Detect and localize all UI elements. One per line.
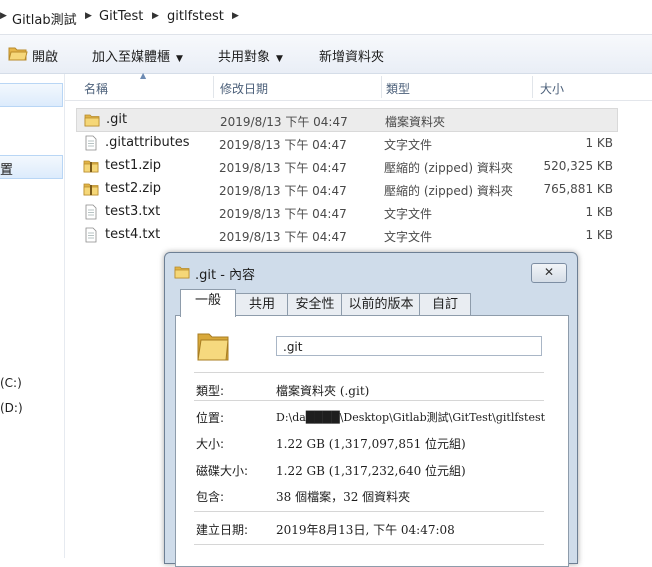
folder-name-input[interactable]: .git	[276, 336, 542, 356]
file-size: 765,881 KB	[543, 182, 613, 196]
type-label: 類型:	[196, 384, 225, 398]
close-button[interactable]: ✕	[531, 263, 567, 283]
general-tab-panel: .git 類型: 檔案資料夾 (.git) 位置: D:\da████\Desk…	[175, 315, 569, 567]
tab-security[interactable]: 安全性	[287, 293, 343, 316]
file-date: 2019/8/13 下午 04:47	[219, 230, 347, 244]
breadcrumb-item-gitlab[interactable]: Gitlab測試	[12, 9, 77, 28]
column-header-type[interactable]: 類型	[386, 80, 410, 97]
tab-previous-versions[interactable]: 以前的版本	[341, 293, 421, 316]
file-row[interactable]: test3.txt 2019/8/13 下午 04:47 文字文件 1 KB	[76, 201, 616, 223]
file-type: 文字文件	[384, 138, 433, 152]
file-date: 2019/8/13 下午 04:47	[220, 115, 348, 129]
share-with-button[interactable]: 共用對象 ▼	[218, 46, 283, 65]
new-folder-button[interactable]: 新增資料夾	[319, 46, 384, 65]
file-size: 1 KB	[585, 136, 613, 150]
open-folder-icon[interactable]	[8, 44, 28, 66]
size-on-disk-label: 磁碟大小:	[196, 464, 249, 478]
chevron-right-icon[interactable]: ▶	[152, 11, 159, 21]
nav-item-label: 置	[0, 163, 14, 178]
large-folder-icon	[197, 333, 229, 361]
column-header-date[interactable]: 修改日期	[220, 80, 268, 97]
chevron-right-icon[interactable]: ▶	[232, 11, 239, 21]
zip-folder-icon	[83, 160, 99, 173]
dialog-title: .git - 內容	[195, 268, 256, 283]
file-name: test1.zip	[105, 158, 162, 173]
divider	[194, 511, 544, 512]
breadcrumb-item-gittest[interactable]: GitTest	[99, 9, 143, 24]
size-label: 大小:	[196, 437, 225, 451]
file-row[interactable]: test4.txt 2019/8/13 下午 04:47 文字文件 1 KB	[76, 224, 616, 246]
file-name: test4.txt	[105, 227, 161, 242]
file-size: 1 KB	[585, 205, 613, 219]
text-file-icon	[85, 135, 97, 151]
breadcrumb-item-gitlfstest[interactable]: gitlfstest	[167, 9, 224, 24]
type-value: 檔案資料夾 (.git)	[276, 384, 370, 398]
folder-icon	[84, 114, 100, 127]
nav-item-highlight-top[interactable]	[0, 83, 63, 107]
open-button[interactable]: 開啟	[32, 46, 58, 65]
file-row[interactable]: .gitattributes 2019/8/13 下午 04:47 文字文件 1…	[76, 132, 616, 154]
file-row[interactable]: test1.zip 2019/8/13 下午 04:47 壓縮的 (zipped…	[76, 155, 616, 177]
file-type: 檔案資料夾	[385, 115, 446, 129]
divider	[194, 400, 544, 401]
contains-value: 38 個檔案，32 個資料夾	[276, 490, 411, 504]
chevron-down-icon: ▼	[176, 54, 183, 64]
file-date: 2019/8/13 下午 04:47	[219, 184, 347, 198]
location-label: 位置:	[196, 411, 225, 425]
tab-customize[interactable]: 自訂	[419, 293, 471, 316]
tab-sharing[interactable]: 共用	[235, 293, 289, 316]
text-file-icon	[85, 204, 97, 220]
file-type: 壓縮的 (zipped) 資料夾	[384, 161, 513, 175]
address-bar[interactable]: ▶ Gitlab測試 ▶ GitTest ▶ gitlfstest ▶	[0, 0, 652, 35]
column-divider[interactable]	[213, 76, 214, 98]
column-header-name[interactable]: 名稱	[84, 80, 108, 97]
file-size: 1 KB	[585, 228, 613, 242]
file-type: 文字文件	[384, 207, 433, 221]
properties-dialog[interactable]: .git - 內容 ✕ 一般 共用 安全性 以前的版本 自訂 .git 類型: …	[164, 252, 578, 567]
command-toolbar: 開啟 加入至媒體櫃 ▼ 共用對象 ▼ 新增資料夾	[0, 35, 652, 74]
column-divider[interactable]	[381, 76, 382, 98]
file-date: 2019/8/13 下午 04:47	[219, 138, 347, 152]
location-value: D:\da████\Desktop\Gitlab測試\GitTest\gitlf…	[276, 411, 546, 424]
add-to-library-button[interactable]: 加入至媒體櫃 ▼	[92, 46, 183, 65]
share-with-label: 共用對象	[218, 50, 271, 65]
column-header-bar: ▲ 名稱 修改日期 類型 大小	[65, 71, 652, 101]
created-label: 建立日期:	[196, 523, 249, 537]
chevron-down-icon: ▼	[276, 54, 283, 64]
chevron-right-icon[interactable]: ▶	[85, 11, 92, 21]
file-size: 520,325 KB	[543, 159, 613, 173]
file-row[interactable]: test2.zip 2019/8/13 下午 04:47 壓縮的 (zipped…	[76, 178, 616, 200]
folder-icon	[174, 266, 190, 279]
divider	[194, 544, 544, 545]
file-name: .git	[106, 112, 128, 127]
column-header-size[interactable]: 大小	[540, 80, 564, 97]
chevron-right-icon[interactable]: ▶	[0, 11, 7, 21]
file-row[interactable]: .git 2019/8/13 下午 04:47 檔案資料夾	[76, 108, 618, 132]
nav-drive-d[interactable]: (D:)	[0, 401, 23, 415]
file-date: 2019/8/13 下午 04:47	[219, 161, 347, 175]
file-name: test2.zip	[105, 181, 162, 196]
size-on-disk-value: 1.22 GB (1,317,232,640 位元組)	[276, 464, 466, 478]
file-name: test3.txt	[105, 204, 161, 219]
tab-general[interactable]: 一般	[180, 289, 236, 317]
zip-folder-icon	[83, 183, 99, 196]
file-date: 2019/8/13 下午 04:47	[219, 207, 347, 221]
column-divider[interactable]	[532, 76, 533, 98]
file-name: .gitattributes	[105, 135, 190, 150]
sort-ascending-icon: ▲	[140, 71, 147, 80]
size-value: 1.22 GB (1,317,097,851 位元組)	[276, 437, 466, 451]
file-type: 壓縮的 (zipped) 資料夾	[384, 184, 513, 198]
text-file-icon	[85, 227, 97, 243]
file-type: 文字文件	[384, 230, 433, 244]
navigation-pane[interactable]: 置 (C:) (D:)	[0, 74, 65, 558]
add-to-library-label: 加入至媒體櫃	[92, 50, 171, 65]
contains-label: 包含:	[196, 490, 225, 504]
created-value: 2019年8月13日, 下午 04:47:08	[276, 523, 455, 537]
divider	[194, 372, 544, 373]
nav-drive-c[interactable]: (C:)	[0, 376, 22, 390]
